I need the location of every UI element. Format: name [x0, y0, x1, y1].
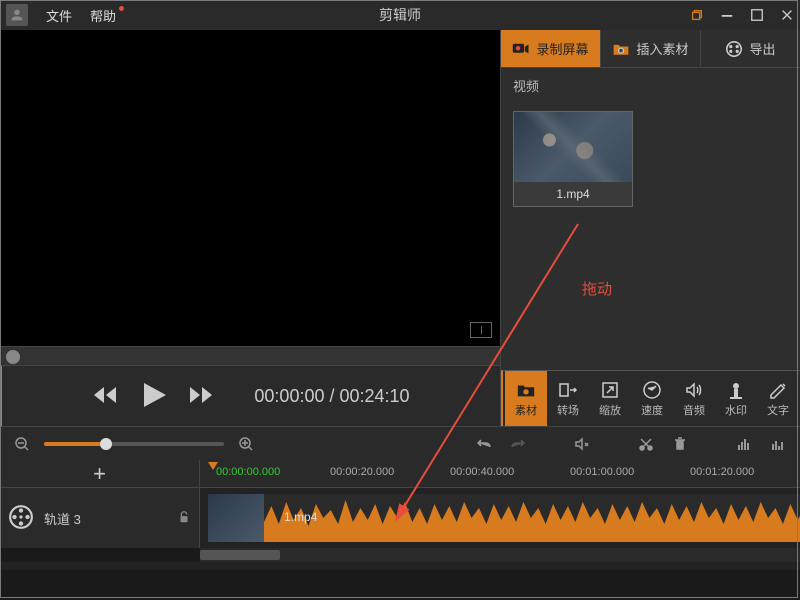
- preview-pane: 00:00:00 / 00:24:10: [0, 30, 500, 426]
- ruler-tick: 00:01:20.000: [690, 466, 754, 478]
- cut-icon[interactable]: [634, 432, 658, 456]
- titlebar: 文件 帮助 剪辑师: [0, 0, 800, 30]
- drag-hint-label: 拖动: [582, 278, 612, 299]
- scrub-bar[interactable]: [0, 346, 500, 366]
- lock-icon[interactable]: [177, 510, 191, 527]
- film-reel-icon: [8, 504, 34, 533]
- assets-pane: 录制屏幕 插入素材 导出 视频 1.mp4 素材: [500, 30, 800, 426]
- tab-transition[interactable]: 转场: [547, 371, 589, 426]
- close-icon[interactable]: [780, 8, 794, 22]
- time-total: 00:24:10: [340, 386, 410, 406]
- asset-thumbnail: [514, 112, 632, 182]
- ruler-tick: 00:00:00.000: [216, 466, 280, 478]
- levels2-icon[interactable]: [766, 432, 790, 456]
- play-button[interactable]: [138, 380, 168, 413]
- export-button[interactable]: 导出: [701, 30, 800, 67]
- zoom-slider[interactable]: [44, 442, 224, 446]
- zoom-out-icon[interactable]: [10, 432, 34, 456]
- mute-icon[interactable]: [570, 432, 594, 456]
- panel-video-label: 视频: [501, 68, 800, 103]
- menu-file[interactable]: 文件: [46, 6, 72, 25]
- app-title: 剪辑师: [379, 5, 421, 25]
- clip-thumbnail: [208, 494, 264, 542]
- clip-name: 1.mp4: [284, 510, 317, 524]
- restore-down-icon[interactable]: [690, 8, 704, 22]
- transport-bar: 00:00:00 / 00:24:10: [0, 366, 500, 426]
- tab-speed[interactable]: 速度: [631, 371, 673, 426]
- tab-material[interactable]: 素材: [505, 371, 547, 426]
- track-body[interactable]: 1.mp4: [200, 488, 800, 548]
- track-header[interactable]: 轨道 3: [0, 488, 200, 548]
- tab-watermark[interactable]: 水印: [715, 371, 757, 426]
- menu-help[interactable]: 帮助: [90, 6, 124, 25]
- forward-button[interactable]: [188, 384, 214, 409]
- video-clip[interactable]: 1.mp4: [208, 494, 800, 542]
- track-name: 轨道 3: [44, 509, 167, 528]
- undo-icon[interactable]: [472, 432, 496, 456]
- tab-audio[interactable]: 音频: [673, 371, 715, 426]
- clip-waveform: [264, 494, 800, 542]
- redo-icon[interactable]: [506, 432, 530, 456]
- minimize-icon[interactable]: [720, 8, 734, 22]
- ruler-tick: 00:00:20.000: [330, 466, 394, 478]
- levels-icon[interactable]: [732, 432, 756, 456]
- asset-item[interactable]: 1.mp4: [513, 111, 633, 207]
- delete-icon[interactable]: [668, 432, 692, 456]
- zoom-in-icon[interactable]: [234, 432, 258, 456]
- ruler-tick: 00:01:00.000: [570, 466, 634, 478]
- rewind-button[interactable]: [92, 384, 118, 409]
- video-canvas[interactable]: [0, 30, 500, 346]
- utility-bar: [0, 426, 800, 460]
- maximize-icon[interactable]: [750, 8, 764, 22]
- timeline-scrollbar[interactable]: [0, 548, 800, 562]
- add-track-button[interactable]: +: [0, 460, 200, 488]
- time-ruler[interactable]: 00:00:00.000 00:00:20.000 00:00:40.000 0…: [200, 460, 800, 488]
- timeline: + 00:00:00.000 00:00:20.000 00:00:40.000…: [0, 460, 800, 570]
- tab-scale[interactable]: 缩放: [589, 371, 631, 426]
- ruler-tick: 00:00:40.000: [450, 466, 514, 478]
- fullscreen-icon[interactable]: [470, 322, 492, 338]
- record-screen-button[interactable]: 录制屏幕: [501, 30, 601, 67]
- tab-text[interactable]: 文字: [757, 371, 799, 426]
- time-current: 00:00:00: [254, 386, 324, 406]
- avatar[interactable]: [6, 4, 28, 26]
- asset-name: 1.mp4: [514, 182, 632, 206]
- timecode: 00:00:00 / 00:24:10: [254, 386, 409, 407]
- import-asset-button[interactable]: 插入素材: [601, 30, 701, 67]
